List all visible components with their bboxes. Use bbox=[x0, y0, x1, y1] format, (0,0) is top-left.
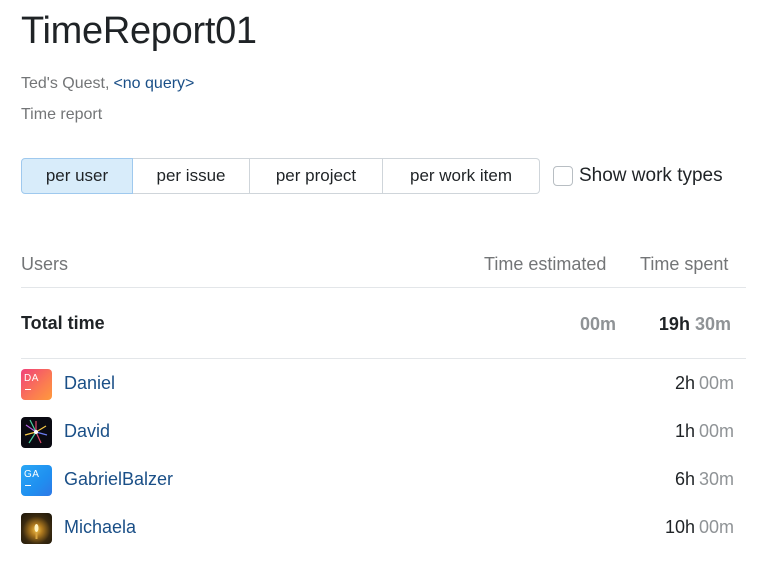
fireworks-icon bbox=[24, 419, 48, 444]
tab-per-issue[interactable]: per issue bbox=[133, 158, 250, 194]
user-row: David 1h 00m bbox=[21, 416, 746, 448]
tab-per-project[interactable]: per project bbox=[250, 158, 383, 194]
avatar-initials: DA bbox=[24, 373, 39, 384]
spent-minutes: 00m bbox=[698, 517, 734, 537]
report-type: Time report bbox=[21, 106, 103, 123]
project-name: Ted's Quest, bbox=[21, 75, 110, 92]
tab-per-user[interactable]: per user bbox=[21, 158, 133, 194]
avatar: DA bbox=[21, 369, 52, 400]
candle-icon bbox=[34, 524, 39, 539]
header-divider bbox=[21, 287, 746, 288]
show-work-types-toggle[interactable]: Show work types bbox=[553, 165, 723, 187]
user-link[interactable]: GabrielBalzer bbox=[64, 469, 173, 490]
page-title: TimeReport01 bbox=[21, 10, 257, 52]
query-link[interactable]: <no query> bbox=[113, 75, 194, 92]
tab-per-work-item[interactable]: per work item bbox=[383, 158, 540, 194]
column-header-users: Users bbox=[21, 254, 69, 274]
avatar bbox=[21, 417, 52, 448]
total-time-label: Total time bbox=[21, 313, 105, 333]
user-row: Michaela 10h 00m bbox=[21, 512, 746, 544]
user-row: GA GabrielBalzer 6h 30m bbox=[21, 464, 746, 496]
avatar: GA bbox=[21, 465, 52, 496]
spent-hours: 2h bbox=[674, 373, 695, 393]
user-link[interactable]: Michaela bbox=[64, 517, 136, 538]
total-spent-minutes: 30m bbox=[694, 314, 731, 334]
avatar-initials: GA bbox=[24, 469, 40, 480]
total-spent-hours: 19h bbox=[658, 314, 690, 334]
grouping-tabs: per user per issue per project per work … bbox=[21, 158, 540, 194]
column-header-time-estimated: Time estimated bbox=[484, 254, 607, 274]
total-time-spent: 19h 30m bbox=[659, 313, 731, 335]
report-source: Ted's Quest, <no query> bbox=[21, 74, 194, 94]
spent-minutes: 00m bbox=[698, 373, 734, 393]
user-time-spent: 6h 30m bbox=[675, 469, 734, 490]
user-time-spent: 1h 00m bbox=[675, 421, 734, 442]
user-row: DA Daniel 2h 00m bbox=[21, 368, 746, 400]
spent-hours: 10h bbox=[664, 517, 695, 537]
avatar bbox=[21, 513, 52, 544]
total-divider bbox=[21, 358, 746, 359]
spent-hours: 1h bbox=[674, 421, 695, 441]
spent-hours: 6h bbox=[674, 469, 695, 489]
user-link[interactable]: David bbox=[64, 421, 110, 442]
avatar-decoration bbox=[25, 389, 31, 390]
total-time-estimated: 00m bbox=[579, 314, 616, 334]
user-time-spent: 2h 00m bbox=[675, 373, 734, 394]
avatar-decoration bbox=[25, 485, 31, 486]
user-link[interactable]: Daniel bbox=[64, 373, 115, 394]
show-work-types-label: Show work types bbox=[579, 165, 723, 186]
column-header-time-spent: Time spent bbox=[640, 254, 729, 274]
user-time-spent: 10h 00m bbox=[665, 517, 734, 538]
show-work-types-checkbox[interactable] bbox=[553, 166, 573, 186]
spent-minutes: 30m bbox=[698, 469, 734, 489]
spent-minutes: 00m bbox=[698, 421, 734, 441]
